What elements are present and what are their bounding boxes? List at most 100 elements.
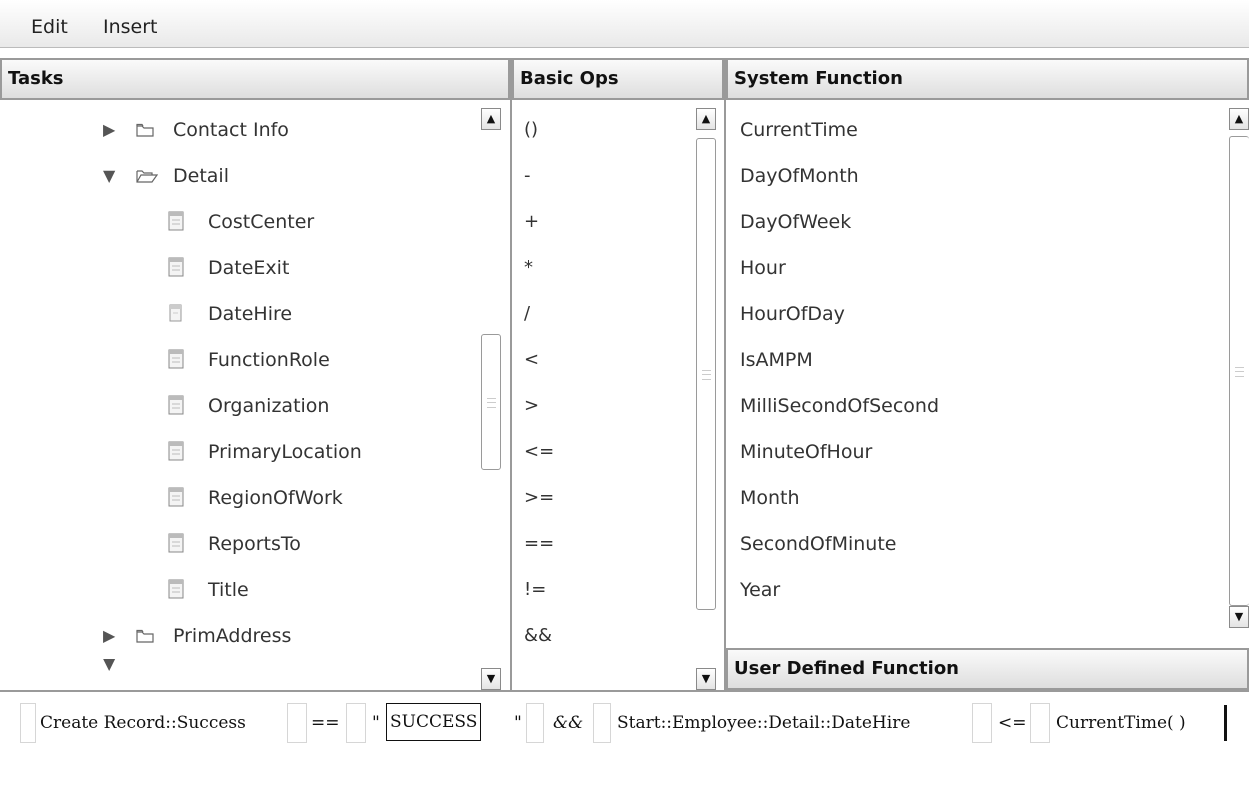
tree-item-title[interactable]: Title [0,567,480,613]
expand-arrow-icon[interactable]: ▶ [103,107,115,153]
collapse-arrow-icon: ▼ [103,659,116,673]
tasks-scrollbar[interactable]: ▲ ▼ [481,108,503,690]
tree-item-label: Contact Info [173,119,289,141]
scroll-thumb[interactable] [481,334,501,470]
tree-item-label: RegionOfWork [208,487,343,509]
token-spacer[interactable] [526,703,544,743]
op-item[interactable]: () [524,107,538,153]
grip-icon [1235,367,1244,377]
user-defined-function-header[interactable]: User Defined Function [726,648,1249,690]
tree-item-label: PrimAddress [173,625,292,647]
document-icon [168,211,184,231]
tree-item-label: Detail [173,165,229,187]
op-item[interactable]: * [524,245,533,291]
system-function-list: CurrentTime DayOfMonth DayOfWeek Hour Ho… [726,100,1249,650]
op-item[interactable]: - [524,153,531,199]
expr-token-and[interactable]: && [553,703,583,743]
tree-item-label: Organization [208,395,330,417]
tasks-header: Tasks [0,58,510,100]
tree-item-partial: ▼ [0,659,480,673]
tasks-tree: ▶ Contact Info ▼ Detail CostCenter DateE… [0,100,510,690]
expr-token-success-string[interactable]: SUCCESS [386,703,482,741]
token-spacer[interactable] [20,703,36,743]
expr-token-less-equal[interactable]: <= [998,703,1027,743]
op-item[interactable]: == [524,521,554,567]
scroll-down-icon[interactable]: ▼ [1229,606,1249,628]
scroll-up-icon[interactable]: ▲ [481,108,501,130]
tasks-panel: Tasks ▶ Contact Info ▼ Detail CostCenter [0,58,512,690]
menu-insert[interactable]: Insert [103,16,158,38]
function-item[interactable]: HourOfDay [740,291,845,337]
grip-icon [702,370,711,380]
op-item[interactable]: && [524,613,552,659]
basic-ops-header: Basic Ops [512,58,724,100]
function-item[interactable]: Hour [740,245,786,291]
scroll-up-icon[interactable]: ▲ [696,108,716,130]
token-spacer[interactable] [287,703,307,743]
scroll-up-icon[interactable]: ▲ [1229,108,1249,130]
scroll-thumb[interactable] [696,138,716,610]
expand-arrow-icon[interactable]: ▶ [103,613,115,659]
tree-item-primaddress[interactable]: ▶ PrimAddress [0,613,480,659]
function-item[interactable]: SecondOfMinute [740,521,896,567]
expr-token-close-quote[interactable]: " [514,703,522,743]
op-item[interactable]: / [524,291,530,337]
folder-icon [136,629,154,643]
op-item[interactable]: < [524,337,539,383]
expr-token-open-quote[interactable]: " [372,703,380,743]
basic-ops-scrollbar[interactable]: ▲ ▼ [696,108,718,690]
token-spacer[interactable] [593,703,611,743]
document-icon [168,441,184,461]
expr-token-create-record-success[interactable]: Create Record::Success [40,703,246,743]
function-item[interactable]: CurrentTime [740,107,858,153]
function-item[interactable]: IsAMPM [740,337,813,383]
system-function-header: System Function [726,58,1249,100]
op-item[interactable]: > [524,383,539,429]
tree-item-regionofwork[interactable]: RegionOfWork [0,475,480,521]
expr-token-start-employee-detail-datehire[interactable]: Start::Employee::Detail::DateHire [617,703,910,743]
tree-item-reportsto[interactable]: ReportsTo [0,521,480,567]
token-spacer[interactable] [1030,703,1050,743]
tree-item-detail[interactable]: ▼ Detail [0,153,480,199]
basic-ops-list: () - + * / < > <= >= == != && ▲ ▼ [512,100,724,690]
op-item[interactable]: + [524,199,539,245]
expression-editor[interactable]: Create Record::Success == " SUCCESS " &&… [0,690,1249,795]
op-item[interactable]: >= [524,475,554,521]
op-item[interactable]: != [524,567,546,613]
document-icon [168,533,184,553]
collapse-arrow-icon[interactable]: ▼ [103,153,115,199]
scroll-down-icon[interactable]: ▼ [481,668,501,690]
scroll-down-icon[interactable]: ▼ [696,668,716,690]
expr-token-equals[interactable]: == [311,703,340,743]
token-spacer[interactable] [972,703,992,743]
function-item[interactable]: MinuteOfHour [740,429,872,475]
menu-edit[interactable]: Edit [31,16,68,38]
tree-item-contact-info[interactable]: ▶ Contact Info [0,107,480,153]
tree-item-functionrole[interactable]: FunctionRole [0,337,480,383]
menu-bar: Edit Insert [0,0,1249,48]
tree-item-organization[interactable]: Organization [0,383,480,429]
function-item[interactable]: MilliSecondOfSecond [740,383,939,429]
tree-item-label: Title [208,579,249,601]
function-item[interactable]: Year [740,567,780,613]
op-item[interactable]: <= [524,429,554,475]
folder-icon [136,123,154,137]
calendar-icon [169,304,182,322]
user-defined-function-panel: User Defined Function [726,648,1249,690]
tree-item-dateexit[interactable]: DateExit [0,245,480,291]
expr-token-currenttime[interactable]: CurrentTime( ) [1056,703,1186,743]
function-item[interactable]: Month [740,475,800,521]
system-function-panel: System Function CurrentTime DayOfMonth D… [726,58,1249,650]
system-function-scrollbar[interactable]: ▲ ▼ [1229,108,1249,628]
token-spacer[interactable] [346,703,366,743]
tree-item-label: PrimaryLocation [208,441,362,463]
tree-item-primarylocation[interactable]: PrimaryLocation [0,429,480,475]
tree-item-label: DateExit [208,257,290,279]
tree-item-costcenter[interactable]: CostCenter [0,199,480,245]
function-item[interactable]: DayOfMonth [740,153,859,199]
tree-item-datehire[interactable]: DateHire [0,291,480,337]
open-folder-icon [136,170,158,183]
tree-item-label: FunctionRole [208,349,330,371]
scroll-thumb[interactable] [1229,136,1249,606]
function-item[interactable]: DayOfWeek [740,199,851,245]
